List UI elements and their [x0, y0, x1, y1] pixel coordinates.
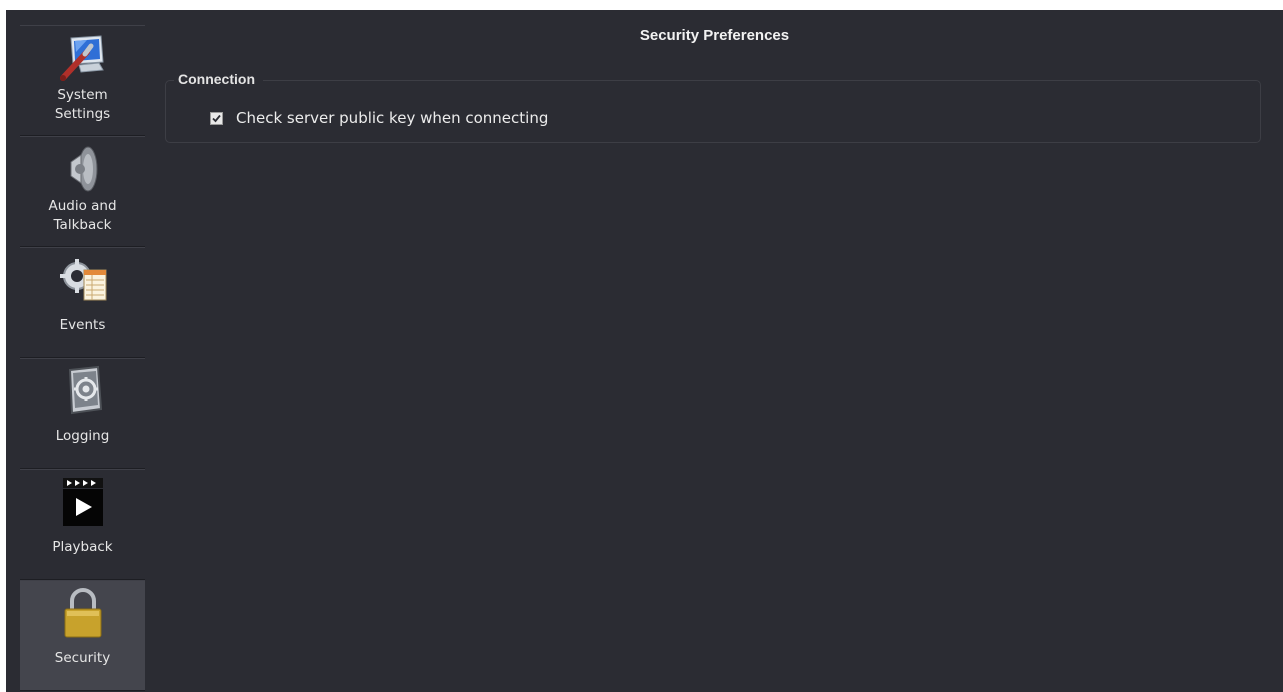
sidebar-item-label: Playback — [52, 539, 113, 555]
connection-group: Connection Check server public key when … — [165, 71, 1261, 143]
sidebar-item-label: Audio and Talkback — [48, 198, 117, 233]
check-server-key-label: Check server public key when connecting — [236, 109, 549, 127]
sidebar-item-logging[interactable]: Logging — [20, 358, 145, 469]
sidebar-item-events[interactable]: Events — [20, 247, 145, 358]
sidebar: System Settings Audio and Talkback Event… — [20, 25, 145, 692]
sidebar-item-playback[interactable]: Playback — [20, 469, 145, 580]
speaker-icon — [20, 143, 145, 195]
playback-icon — [20, 476, 145, 528]
sidebar-item-system-settings[interactable]: System Settings — [20, 25, 145, 136]
sidebar-item-security[interactable]: Security — [20, 580, 145, 691]
connection-legend: Connection — [174, 71, 263, 87]
sidebar-item-label: Events — [59, 317, 106, 333]
preferences-window: Security Preferences System Settings Aud… — [6, 10, 1283, 692]
system-settings-icon — [20, 32, 145, 84]
logging-icon — [20, 365, 145, 417]
sidebar-item-audio-and-talkback[interactable]: Audio and Talkback — [20, 136, 145, 247]
check-server-key-option[interactable]: Check server public key when connecting — [210, 109, 548, 127]
page-title: Security Preferences — [639, 27, 790, 44]
checkmark-icon — [212, 114, 221, 122]
check-server-key-checkbox[interactable] — [210, 111, 223, 125]
events-icon — [20, 254, 145, 306]
sidebar-item-label: System Settings — [54, 87, 111, 122]
padlock-icon — [20, 587, 145, 639]
sidebar-item-label: Logging — [55, 428, 110, 444]
sidebar-item-label: Security — [54, 650, 111, 666]
